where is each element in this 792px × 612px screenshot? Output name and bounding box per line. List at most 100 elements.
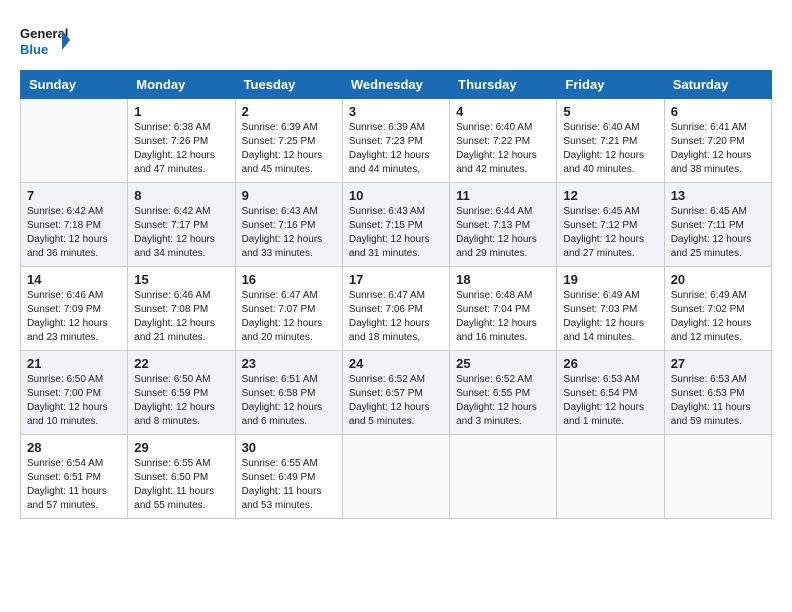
calendar-cell (557, 435, 664, 519)
calendar-week-1: 1 Sunrise: 6:38 AM Sunset: 7:26 PM Dayli… (21, 99, 772, 183)
calendar-cell (342, 435, 449, 519)
column-header-monday: Monday (128, 71, 235, 99)
calendar-cell (664, 435, 771, 519)
calendar-cell: 30 Sunrise: 6:55 AM Sunset: 6:49 PM Dayl… (235, 435, 342, 519)
calendar-body: 1 Sunrise: 6:38 AM Sunset: 7:26 PM Dayli… (21, 99, 772, 519)
calendar-cell: 16 Sunrise: 6:47 AM Sunset: 7:07 PM Dayl… (235, 267, 342, 351)
calendar-cell: 15 Sunrise: 6:46 AM Sunset: 7:08 PM Dayl… (128, 267, 235, 351)
day-number: 28 (27, 440, 121, 455)
calendar-cell: 12 Sunrise: 6:45 AM Sunset: 7:12 PM Dayl… (557, 183, 664, 267)
day-info: Sunrise: 6:49 AM Sunset: 7:03 PM Dayligh… (563, 289, 657, 345)
svg-text:Blue: Blue (20, 42, 48, 57)
day-number: 20 (671, 272, 765, 287)
day-number: 30 (242, 440, 336, 455)
column-header-sunday: Sunday (21, 71, 128, 99)
calendar-week-5: 28 Sunrise: 6:54 AM Sunset: 6:51 PM Dayl… (21, 435, 772, 519)
calendar-cell: 21 Sunrise: 6:50 AM Sunset: 7:00 PM Dayl… (21, 351, 128, 435)
day-number: 8 (134, 188, 228, 203)
day-number: 16 (242, 272, 336, 287)
day-number: 23 (242, 356, 336, 371)
calendar-cell: 14 Sunrise: 6:46 AM Sunset: 7:09 PM Dayl… (21, 267, 128, 351)
calendar-table: SundayMondayTuesdayWednesdayThursdayFrid… (20, 70, 772, 519)
day-number: 7 (27, 188, 121, 203)
day-info: Sunrise: 6:40 AM Sunset: 7:21 PM Dayligh… (563, 121, 657, 177)
calendar-cell: 11 Sunrise: 6:44 AM Sunset: 7:13 PM Dayl… (450, 183, 557, 267)
day-info: Sunrise: 6:50 AM Sunset: 7:00 PM Dayligh… (27, 373, 121, 429)
day-number: 4 (456, 104, 550, 119)
calendar-cell: 27 Sunrise: 6:53 AM Sunset: 6:53 PM Dayl… (664, 351, 771, 435)
calendar-cell: 1 Sunrise: 6:38 AM Sunset: 7:26 PM Dayli… (128, 99, 235, 183)
calendar-cell (21, 99, 128, 183)
calendar-cell: 23 Sunrise: 6:51 AM Sunset: 6:58 PM Dayl… (235, 351, 342, 435)
day-number: 11 (456, 188, 550, 203)
day-number: 1 (134, 104, 228, 119)
day-number: 24 (349, 356, 443, 371)
day-number: 25 (456, 356, 550, 371)
calendar-cell: 10 Sunrise: 6:43 AM Sunset: 7:15 PM Dayl… (342, 183, 449, 267)
calendar-week-2: 7 Sunrise: 6:42 AM Sunset: 7:18 PM Dayli… (21, 183, 772, 267)
day-number: 2 (242, 104, 336, 119)
calendar-cell: 28 Sunrise: 6:54 AM Sunset: 6:51 PM Dayl… (21, 435, 128, 519)
calendar-cell: 2 Sunrise: 6:39 AM Sunset: 7:25 PM Dayli… (235, 99, 342, 183)
column-header-friday: Friday (557, 71, 664, 99)
day-number: 14 (27, 272, 121, 287)
day-info: Sunrise: 6:53 AM Sunset: 6:53 PM Dayligh… (671, 373, 765, 429)
day-number: 27 (671, 356, 765, 371)
day-number: 21 (27, 356, 121, 371)
day-number: 10 (349, 188, 443, 203)
calendar-cell: 3 Sunrise: 6:39 AM Sunset: 7:23 PM Dayli… (342, 99, 449, 183)
column-header-thursday: Thursday (450, 71, 557, 99)
column-headers: SundayMondayTuesdayWednesdayThursdayFrid… (21, 71, 772, 99)
day-number: 18 (456, 272, 550, 287)
day-number: 12 (563, 188, 657, 203)
day-info: Sunrise: 6:52 AM Sunset: 6:57 PM Dayligh… (349, 373, 443, 429)
calendar-cell: 5 Sunrise: 6:40 AM Sunset: 7:21 PM Dayli… (557, 99, 664, 183)
day-number: 5 (563, 104, 657, 119)
day-number: 19 (563, 272, 657, 287)
calendar-cell: 29 Sunrise: 6:55 AM Sunset: 6:50 PM Dayl… (128, 435, 235, 519)
day-info: Sunrise: 6:45 AM Sunset: 7:11 PM Dayligh… (671, 205, 765, 261)
calendar-cell: 4 Sunrise: 6:40 AM Sunset: 7:22 PM Dayli… (450, 99, 557, 183)
column-header-wednesday: Wednesday (342, 71, 449, 99)
calendar-cell: 6 Sunrise: 6:41 AM Sunset: 7:20 PM Dayli… (664, 99, 771, 183)
day-info: Sunrise: 6:39 AM Sunset: 7:25 PM Dayligh… (242, 121, 336, 177)
calendar-cell: 9 Sunrise: 6:43 AM Sunset: 7:16 PM Dayli… (235, 183, 342, 267)
svg-text:General: General (20, 26, 68, 41)
day-info: Sunrise: 6:52 AM Sunset: 6:55 PM Dayligh… (456, 373, 550, 429)
day-info: Sunrise: 6:42 AM Sunset: 7:17 PM Dayligh… (134, 205, 228, 261)
column-header-tuesday: Tuesday (235, 71, 342, 99)
day-number: 3 (349, 104, 443, 119)
day-info: Sunrise: 6:55 AM Sunset: 6:50 PM Dayligh… (134, 457, 228, 513)
column-header-saturday: Saturday (664, 71, 771, 99)
day-number: 22 (134, 356, 228, 371)
calendar-cell: 19 Sunrise: 6:49 AM Sunset: 7:03 PM Dayl… (557, 267, 664, 351)
day-info: Sunrise: 6:46 AM Sunset: 7:08 PM Dayligh… (134, 289, 228, 345)
day-info: Sunrise: 6:44 AM Sunset: 7:13 PM Dayligh… (456, 205, 550, 261)
day-info: Sunrise: 6:47 AM Sunset: 7:06 PM Dayligh… (349, 289, 443, 345)
day-number: 6 (671, 104, 765, 119)
calendar-cell: 26 Sunrise: 6:53 AM Sunset: 6:54 PM Dayl… (557, 351, 664, 435)
day-info: Sunrise: 6:45 AM Sunset: 7:12 PM Dayligh… (563, 205, 657, 261)
day-info: Sunrise: 6:42 AM Sunset: 7:18 PM Dayligh… (27, 205, 121, 261)
day-info: Sunrise: 6:43 AM Sunset: 7:16 PM Dayligh… (242, 205, 336, 261)
day-info: Sunrise: 6:55 AM Sunset: 6:49 PM Dayligh… (242, 457, 336, 513)
day-number: 26 (563, 356, 657, 371)
day-info: Sunrise: 6:41 AM Sunset: 7:20 PM Dayligh… (671, 121, 765, 177)
calendar-cell: 20 Sunrise: 6:49 AM Sunset: 7:02 PM Dayl… (664, 267, 771, 351)
day-info: Sunrise: 6:54 AM Sunset: 6:51 PM Dayligh… (27, 457, 121, 513)
day-info: Sunrise: 6:38 AM Sunset: 7:26 PM Dayligh… (134, 121, 228, 177)
page-header: General Blue (20, 20, 772, 60)
day-number: 9 (242, 188, 336, 203)
logo-svg: General Blue (20, 20, 70, 60)
calendar-cell (450, 435, 557, 519)
day-info: Sunrise: 6:48 AM Sunset: 7:04 PM Dayligh… (456, 289, 550, 345)
calendar-cell: 8 Sunrise: 6:42 AM Sunset: 7:17 PM Dayli… (128, 183, 235, 267)
calendar-cell: 25 Sunrise: 6:52 AM Sunset: 6:55 PM Dayl… (450, 351, 557, 435)
day-info: Sunrise: 6:51 AM Sunset: 6:58 PM Dayligh… (242, 373, 336, 429)
calendar-cell: 13 Sunrise: 6:45 AM Sunset: 7:11 PM Dayl… (664, 183, 771, 267)
calendar-week-3: 14 Sunrise: 6:46 AM Sunset: 7:09 PM Dayl… (21, 267, 772, 351)
calendar-cell: 7 Sunrise: 6:42 AM Sunset: 7:18 PM Dayli… (21, 183, 128, 267)
calendar-week-4: 21 Sunrise: 6:50 AM Sunset: 7:00 PM Dayl… (21, 351, 772, 435)
day-info: Sunrise: 6:43 AM Sunset: 7:15 PM Dayligh… (349, 205, 443, 261)
logo: General Blue (20, 20, 70, 60)
